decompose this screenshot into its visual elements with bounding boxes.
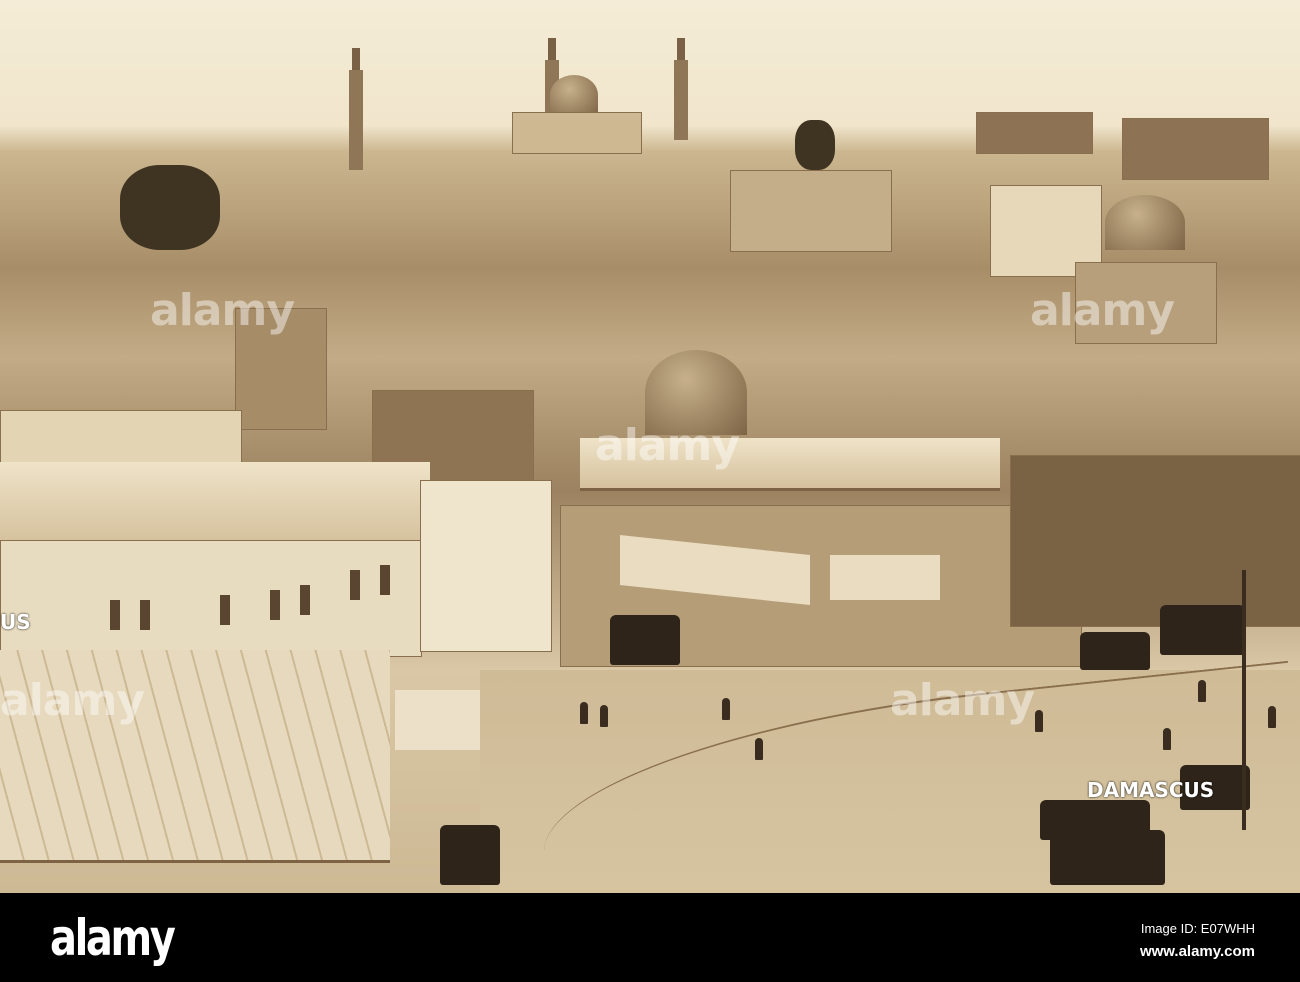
- stock-footer-bar: alamy Image ID: E07WHH www.alamy.com: [0, 893, 1300, 982]
- trees: [120, 165, 220, 250]
- arcade-building: [1010, 455, 1300, 627]
- damascus-sign: DAMASCUS: [1087, 778, 1215, 802]
- person: [755, 738, 763, 760]
- window: [270, 590, 280, 620]
- window: [110, 600, 120, 630]
- watermark: alamy: [595, 420, 740, 471]
- person: [1198, 680, 1206, 702]
- awning: [830, 555, 940, 600]
- watermark: alamy: [150, 285, 295, 336]
- person: [1035, 710, 1043, 732]
- window: [300, 585, 310, 615]
- minaret-right: [674, 38, 688, 140]
- person: [1268, 706, 1276, 728]
- watermark: alamy: [0, 675, 145, 726]
- truck: [610, 615, 680, 665]
- site-url[interactable]: www.alamy.com: [1140, 943, 1255, 960]
- car: [1040, 800, 1150, 840]
- umayyad-mosque: [512, 112, 642, 154]
- rider-on-donkey: [722, 698, 730, 720]
- window: [380, 565, 390, 595]
- citadel-tower: [976, 112, 1093, 154]
- watermark: alamy: [1030, 285, 1175, 336]
- building-front: [420, 480, 552, 652]
- citadel-wall: [1122, 118, 1269, 180]
- tree: [795, 120, 835, 170]
- mosque-dome: [550, 75, 598, 115]
- image-id: Image ID: E07WHH: [1140, 921, 1255, 936]
- lamp-post: [1242, 570, 1246, 830]
- sepia-photo-damascus: DAMASCUS US alamy alamy alamy alamy alam…: [0, 0, 1300, 893]
- window: [140, 600, 150, 630]
- minaret-left: [349, 48, 363, 170]
- window: [350, 570, 360, 600]
- person: [1163, 728, 1171, 750]
- window: [220, 595, 230, 625]
- alamy-logo: alamy: [50, 909, 176, 967]
- dome: [1105, 195, 1185, 250]
- car: [440, 825, 500, 885]
- person: [600, 705, 608, 727]
- bus: [1160, 605, 1245, 655]
- watermark: alamy: [890, 675, 1035, 726]
- flat-roof: [0, 462, 430, 545]
- person: [580, 702, 588, 724]
- building: [730, 170, 892, 252]
- car: [1080, 632, 1150, 670]
- edge-sign: US: [0, 610, 31, 634]
